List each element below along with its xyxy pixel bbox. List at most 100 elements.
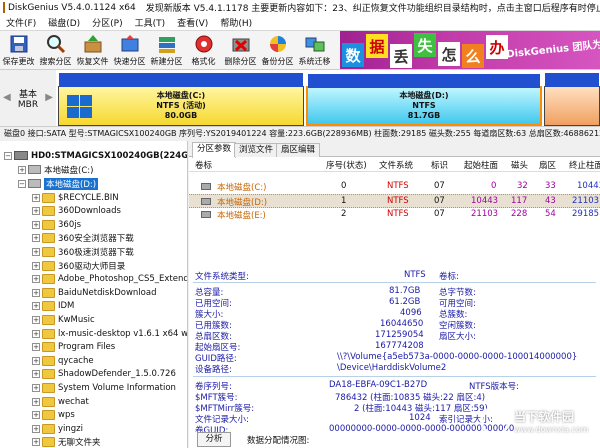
update-notice[interactable]: 发现新版本 V5.4.1.1178 主要更新内容如下：23、纠正恢复文件功能组织… — [146, 1, 600, 14]
tree-drive-c[interactable]: + 本地磁盘(C:) — [18, 163, 93, 176]
tree-folder[interactable]: +360js — [32, 218, 81, 231]
menu-file[interactable]: 文件(F) — [0, 16, 42, 29]
new-partition-button[interactable]: 新建分区 — [148, 31, 185, 69]
folder-label: 360js — [58, 219, 82, 230]
window-title: DiskGenius V5.4.0.1124 x64 — [8, 2, 136, 13]
tree-folder[interactable]: + 无聊文件夹 — [32, 436, 101, 448]
tree-folder[interactable]: +360安全浏览器下载 — [32, 232, 134, 245]
tree-folder[interactable]: + IDM — [32, 300, 74, 313]
tab-browse-files[interactable]: 浏览文件 — [234, 143, 279, 157]
tree-folder[interactable]: +360驱动大师目录 — [32, 259, 125, 272]
tab-partition-params[interactable]: 分区参数 — [192, 142, 237, 158]
tree-folder[interactable]: + yingzi — [32, 422, 83, 435]
tree-folder[interactable]: + BaiduNetdiskDownload — [32, 286, 156, 299]
folder-label: 无聊文件夹 — [58, 438, 101, 448]
folder-icon — [42, 423, 55, 434]
tree-folder[interactable]: + lx-music-desktop v1.6.1 x64 win — [32, 327, 187, 340]
col-fs[interactable]: 文件系统 — [379, 159, 413, 171]
tree-folder[interactable]: + qycache — [32, 354, 94, 367]
table-row[interactable]: 本地磁盘(C:) 0 NTFS 07 0 32 33 10443 — [189, 180, 600, 194]
tab-sector-edit[interactable]: 扇区编辑 — [276, 143, 321, 157]
banner-char: 据 — [366, 34, 388, 58]
quick-partition-button[interactable]: 快速分区 — [111, 31, 148, 69]
col-head[interactable]: 磁头 — [511, 159, 528, 171]
expand-icon[interactable]: + — [32, 275, 40, 284]
tree-folder[interactable]: + wechat — [32, 395, 89, 408]
backup-partition-button[interactable]: 备份分区 — [259, 31, 296, 69]
expand-icon[interactable]: + — [32, 411, 40, 420]
search-partition-button[interactable]: 搜索分区 — [37, 31, 74, 69]
expand-icon[interactable]: + — [32, 207, 40, 216]
save-button[interactable]: 保存更改 — [0, 31, 37, 69]
partition-block-c[interactable]: 本地磁盘(C:) NTFS (活动) 80.0GB — [58, 73, 304, 126]
backup-partition-icon — [269, 36, 286, 52]
expand-icon[interactable]: + — [32, 220, 40, 229]
expand-icon[interactable]: + — [32, 370, 40, 379]
col-sector[interactable]: 扇区 — [539, 159, 556, 171]
tree-drive-d[interactable]: − 本地磁盘(D:) — [18, 177, 99, 190]
watermark-url: www.downxia.com — [514, 425, 589, 434]
menu-tools[interactable]: 工具(T) — [129, 16, 172, 29]
folder-icon — [42, 410, 55, 421]
tree-folder[interactable]: +360极速浏览器下载 — [32, 245, 134, 258]
table-header: 卷标 序号(状态) 文件系统 标识 起始柱面 磁头 扇区 终止柱面 — [189, 158, 600, 172]
system-migrate-button[interactable]: 系统迁移 — [296, 31, 333, 69]
menu-help[interactable]: 帮助(H) — [214, 16, 258, 29]
search-partition-icon — [46, 35, 65, 54]
disk-tree: − HD0:STMAGICSX100240GB(224GB) + 本地磁盘(C:… — [0, 141, 188, 448]
detail-label: 扇区大小: — [439, 332, 476, 342]
partition-block-d[interactable]: 本地磁盘(D:) NTFS 81.7GB — [306, 74, 542, 126]
expand-icon[interactable]: + — [32, 383, 40, 392]
quick-partition-icon — [121, 35, 138, 52]
col-index[interactable]: 序号(状态) — [326, 159, 367, 171]
tree-folder[interactable]: + KwMusic — [32, 313, 95, 326]
menu-disk[interactable]: 磁盘(D) — [42, 16, 86, 29]
col-start-cyl[interactable]: 起始柱面 — [464, 159, 498, 171]
partition-block-e[interactable] — [544, 73, 600, 126]
col-end-cyl[interactable]: 终止柱面 — [569, 159, 600, 171]
delete-partition-button[interactable]: 删除分区 — [222, 31, 259, 69]
table-row[interactable]: 本地磁盘(D:) 1 NTFS 07 10443 117 43 21103 — [189, 194, 600, 208]
table-row[interactable]: 本地磁盘(E:) 2 NTFS 07 21103 228 54 29185 — [189, 208, 600, 222]
expand-icon[interactable]: + — [32, 329, 40, 338]
tree-folder[interactable]: +360Downloads — [32, 205, 121, 218]
detail-value: 61.2GB — [389, 297, 421, 307]
tree-disk[interactable]: − HD0:STMAGICSX100240GB(224GB) — [4, 149, 187, 162]
expand-icon[interactable]: + — [32, 438, 40, 447]
expand-icon[interactable]: + — [32, 397, 40, 406]
expand-icon[interactable]: + — [32, 288, 40, 297]
tree-folder[interactable]: + ShadowDefender_1.5.0.726 — [32, 368, 176, 381]
expand-icon[interactable]: + — [32, 315, 40, 324]
folder-icon — [42, 246, 55, 257]
expand-icon[interactable]: + — [32, 424, 40, 433]
recover-file-button[interactable]: 恢复文件 — [74, 31, 111, 69]
expand-icon[interactable]: + — [32, 234, 40, 243]
tree-folder[interactable]: + Adobe_Photoshop_CS5_Extende — [32, 273, 187, 286]
collapse-icon[interactable]: − — [18, 179, 26, 188]
folder-label: wechat — [58, 396, 89, 407]
folder-icon — [42, 382, 55, 393]
menu-partition[interactable]: 分区(P) — [86, 16, 128, 29]
expand-icon[interactable]: + — [32, 261, 40, 270]
hard-disk-icon — [14, 151, 28, 160]
tree-folder[interactable]: + wps — [32, 409, 75, 422]
col-label[interactable]: 卷标 — [195, 159, 212, 171]
analyze-button[interactable]: 分析 — [197, 432, 231, 447]
expand-icon[interactable]: + — [32, 356, 40, 365]
format-button[interactable]: 格式化 — [185, 31, 222, 69]
next-disk-icon[interactable]: ▶ — [45, 92, 53, 103]
menu-view[interactable]: 查看(V) — [171, 16, 214, 29]
expand-icon[interactable]: + — [32, 343, 40, 352]
tree-folder[interactable]: + $RECYCLE.BIN — [32, 191, 119, 204]
prev-disk-icon[interactable]: ◀ — [3, 92, 11, 103]
tree-folder[interactable]: + Program Files — [32, 341, 115, 354]
promo-banner[interactable]: 数 据 丢 失 怎 么 办 DiskGenius 团队为您 — [340, 31, 600, 69]
expand-icon[interactable]: + — [32, 302, 40, 311]
expand-icon[interactable]: + — [32, 247, 40, 256]
drive-icon — [201, 198, 211, 205]
col-id[interactable]: 标识 — [431, 159, 448, 171]
expand-icon[interactable]: + — [18, 165, 26, 174]
collapse-icon[interactable]: − — [4, 151, 12, 160]
tree-folder[interactable]: + System Volume Information — [32, 381, 176, 394]
expand-icon[interactable]: + — [32, 193, 40, 202]
